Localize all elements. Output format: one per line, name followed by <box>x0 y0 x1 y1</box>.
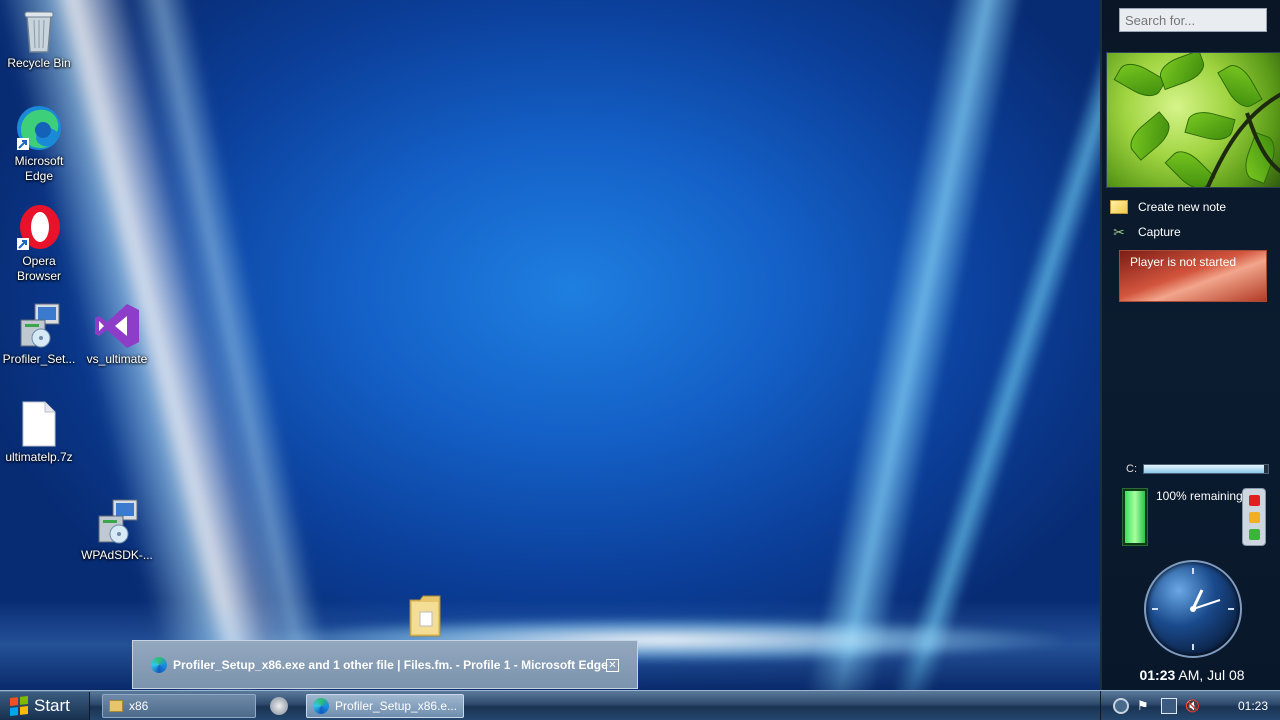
volume-muted-icon[interactable]: 🔇 <box>1185 698 1201 714</box>
desktop-icon-recycle-bin[interactable]: Recycle Bin <box>0 6 78 71</box>
capture-label: Capture <box>1138 225 1181 239</box>
taskbar: Start x86 Profiler_Setup_x86.e... ⚑ 🔇 01… <box>0 690 1280 720</box>
desktop-icon-label: Microsoft Edge <box>14 154 64 183</box>
dragged-folder-icon <box>408 594 442 638</box>
network-globe-icon[interactable] <box>1113 698 1129 714</box>
file-icon <box>15 400 63 448</box>
drive-label: C: <box>1126 463 1137 475</box>
edge-icon <box>15 104 63 152</box>
clock-date-text: 01:23 AM, Jul 08 <box>1102 667 1280 683</box>
desktop-icon-label: Recycle Bin <box>7 56 71 70</box>
media-player-gadget[interactable]: Player is not started <box>1119 250 1267 302</box>
windows-logo-icon <box>10 696 28 716</box>
recycle-bin-icon <box>15 6 63 54</box>
close-button[interactable]: ✕ <box>606 659 619 672</box>
task-label: Profiler_Setup_x86.e... <box>335 699 458 713</box>
analog-clock <box>1144 560 1242 658</box>
visual-studio-icon <box>93 302 141 350</box>
edge-icon <box>313 698 329 714</box>
start-label: Start <box>34 696 70 715</box>
flag-icon[interactable]: ⚑ <box>1137 698 1153 714</box>
folder-icon <box>109 700 123 712</box>
task-label: x86 <box>129 699 149 713</box>
installer-icon <box>93 498 141 546</box>
desktop: Recycle Bin Microsoft Edge Opera Browser <box>0 0 1100 690</box>
opera-icon <box>15 204 63 252</box>
start-button[interactable]: Start <box>0 692 90 720</box>
capture-button[interactable]: ✂ Capture <box>1110 221 1278 243</box>
note-icon <box>1110 200 1128 214</box>
tray-clock[interactable]: 01:23 <box>1238 699 1268 713</box>
installer-icon <box>15 302 63 350</box>
display-icon[interactable] <box>1161 698 1177 714</box>
desktop-icon-profiler-setup[interactable]: Profiler_Set... <box>0 302 78 367</box>
create-new-note-button[interactable]: Create new note <box>1110 196 1278 218</box>
status-lights <box>1242 488 1266 546</box>
taskbar-thumbnail-preview[interactable]: Profiler_Setup_x86.exe and 1 other file … <box>132 640 638 689</box>
scissors-icon: ✂ <box>1113 224 1125 240</box>
clock-date: AM, Jul 08 <box>1175 667 1245 683</box>
desktop-icon-label: WPAdSDK-... <box>81 548 153 562</box>
battery-status-text: 100% remaining <box>1156 489 1243 503</box>
slideshow-gadget[interactable] <box>1106 52 1280 188</box>
create-note-label: Create new note <box>1138 200 1227 214</box>
desktop-icon-ultimatelp-7z[interactable]: ultimatelp.7z <box>0 400 78 465</box>
sidebar-search-input[interactable] <box>1119 8 1267 32</box>
disk-usage-bar <box>1143 464 1269 474</box>
desktop-icon-wpadsdk[interactable]: WPAdSDK-... <box>78 498 156 563</box>
desktop-icon-label: Opera Browser <box>16 254 61 283</box>
preview-title: Profiler_Setup_x86.exe and 1 other file … <box>173 657 608 672</box>
desktop-icon-label: vs_ultimate <box>86 352 148 366</box>
clock-time: 01:23 <box>1139 667 1176 683</box>
desktop-icon-label: Profiler_Set... <box>2 352 76 366</box>
edge-icon <box>151 656 167 673</box>
disk-meter: C: <box>1126 462 1276 476</box>
battery-meter <box>1122 488 1148 546</box>
desktop-icon-opera-browser[interactable]: Opera Browser <box>0 204 78 284</box>
desktop-icon-vs-ultimate[interactable]: vs_ultimate <box>78 302 156 367</box>
quick-launch-icon[interactable] <box>270 697 288 715</box>
windows-sidebar: Create new note ✂ Capture Player is not … <box>1100 0 1280 690</box>
desktop-icon-label: ultimatelp.7z <box>5 450 73 464</box>
taskbar-item-edge[interactable]: Profiler_Setup_x86.e... <box>306 694 464 718</box>
player-status: Player is not started <box>1130 255 1237 269</box>
desktop-icon-microsoft-edge[interactable]: Microsoft Edge <box>0 104 78 184</box>
taskbar-item-x86[interactable]: x86 <box>102 694 256 718</box>
